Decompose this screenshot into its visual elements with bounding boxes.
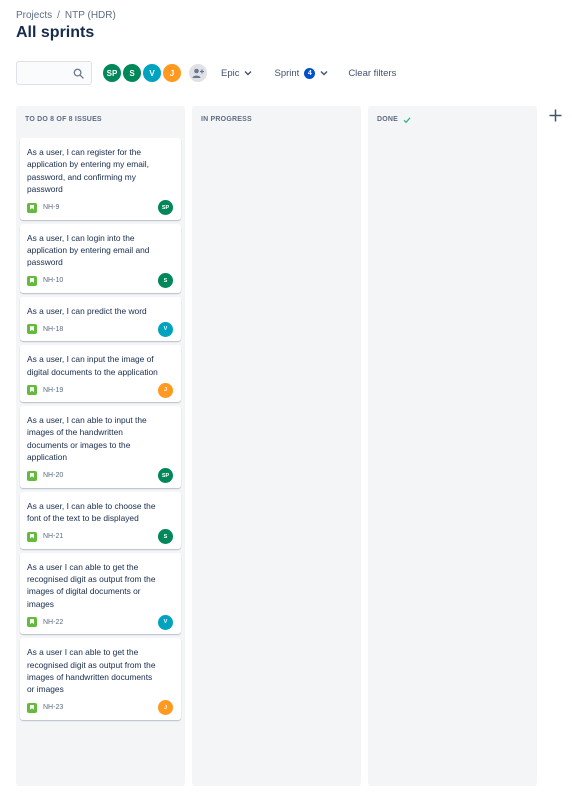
issue-summary: As a user, I can able to input the image… bbox=[27, 415, 147, 463]
issue-key-group: NH-23 bbox=[27, 702, 63, 713]
column-header-in-progress: IN PROGRESS bbox=[192, 106, 361, 134]
column-todo: TO DO 8 OF 8 ISSUES As a user, I can reg… bbox=[16, 106, 185, 786]
issue-key-group: NH-10 bbox=[27, 275, 63, 286]
add-people-button[interactable] bbox=[187, 62, 209, 84]
issue-card-footer: NH-10 S bbox=[27, 269, 173, 293]
issue-card-footer: NH-22 V bbox=[27, 610, 173, 634]
issue-card[interactable]: As a user, I can predict the word NH-18 V bbox=[20, 296, 181, 342]
issue-key[interactable]: NH-22 bbox=[43, 619, 63, 626]
plus-icon bbox=[549, 109, 561, 121]
avatar-filter-j[interactable]: J bbox=[161, 62, 183, 84]
assignee-avatar[interactable]: SP bbox=[158, 468, 173, 484]
issue-summary: As a user, I can able to choose the font… bbox=[27, 500, 156, 524]
assignee-avatar[interactable]: SP bbox=[158, 200, 173, 216]
issue-key[interactable]: NH-23 bbox=[43, 704, 63, 711]
issue-summary: As a user, I can predict the word bbox=[27, 305, 147, 316]
issue-key[interactable]: NH-18 bbox=[43, 326, 63, 333]
filter-toolbar: SP S V J Epic Sprint 4 Clear filters bbox=[16, 61, 396, 85]
chevron-down-icon bbox=[320, 71, 328, 76]
issue-card-footer: NH-20 SP bbox=[27, 464, 173, 488]
story-icon bbox=[27, 702, 37, 713]
add-column-button[interactable] bbox=[546, 106, 564, 124]
chevron-down-icon bbox=[244, 71, 252, 76]
check-icon bbox=[403, 117, 411, 124]
issue-key-group: NH-22 bbox=[27, 617, 63, 628]
story-icon bbox=[27, 202, 37, 213]
search-icon bbox=[73, 68, 84, 79]
clear-filters-button[interactable]: Clear filters bbox=[348, 68, 396, 79]
issue-key[interactable]: NH-20 bbox=[43, 472, 63, 479]
column-title: DONE bbox=[377, 116, 399, 123]
assignee-filter-avatars: SP S V J bbox=[101, 62, 183, 84]
card-list: As a user, I can register for the applic… bbox=[16, 134, 185, 720]
add-people-icon bbox=[192, 68, 204, 78]
issue-card-footer: NH-9 SP bbox=[27, 196, 173, 220]
column-header-done: DONE bbox=[368, 106, 537, 134]
issue-card-footer: NH-19 J bbox=[27, 378, 173, 402]
story-icon bbox=[27, 324, 37, 335]
sprint-board: TO DO 8 OF 8 ISSUES As a user, I can reg… bbox=[16, 106, 537, 786]
sprint-filter-dropdown[interactable]: Sprint 4 bbox=[274, 67, 328, 79]
assignee-avatar[interactable]: V bbox=[158, 321, 173, 337]
issue-summary: As a user, I can login into the applicat… bbox=[27, 232, 150, 268]
story-icon bbox=[27, 617, 37, 628]
search-input[interactable] bbox=[16, 61, 92, 85]
story-icon bbox=[27, 385, 37, 396]
issue-card[interactable]: As a user I can able to get the recognis… bbox=[20, 552, 181, 635]
avatar-filter-s[interactable]: S bbox=[121, 62, 143, 84]
epic-filter-dropdown[interactable]: Epic bbox=[221, 68, 252, 79]
story-icon bbox=[27, 470, 37, 481]
issue-summary: As a user, I can input the image of digi… bbox=[27, 354, 158, 377]
assignee-avatar[interactable]: V bbox=[158, 614, 173, 630]
breadcrumb-projects-link[interactable]: Projects bbox=[16, 10, 52, 21]
issue-key[interactable]: NH-9 bbox=[43, 204, 59, 211]
issue-key[interactable]: NH-19 bbox=[43, 387, 63, 394]
column-title: IN PROGRESS bbox=[201, 116, 252, 123]
issue-summary: As a user, I can register for the applic… bbox=[27, 147, 149, 195]
issue-card[interactable]: As a user, I can able to choose the font… bbox=[20, 491, 181, 549]
story-icon bbox=[27, 275, 37, 286]
issue-card-footer: NH-18 V bbox=[27, 317, 173, 341]
page-title: All sprints bbox=[16, 24, 95, 41]
column-header-todo: TO DO 8 OF 8 ISSUES bbox=[16, 106, 185, 134]
issue-key[interactable]: NH-10 bbox=[43, 277, 63, 284]
avatar-filter-v[interactable]: V bbox=[141, 62, 163, 84]
breadcrumb-separator: / bbox=[57, 10, 60, 21]
assignee-avatar[interactable]: S bbox=[158, 273, 173, 289]
sprint-filter-label: Sprint bbox=[274, 67, 300, 79]
sprint-count-badge: 4 bbox=[304, 67, 316, 79]
issue-summary: As a user I can able to get the recognis… bbox=[27, 647, 156, 695]
assignee-avatar[interactable]: J bbox=[158, 382, 173, 398]
column-done: DONE bbox=[368, 106, 537, 786]
issue-card[interactable]: As a user, I can login into the applicat… bbox=[20, 223, 181, 293]
issue-card-footer: NH-21 S bbox=[27, 525, 173, 549]
story-icon bbox=[27, 531, 37, 542]
column-title: TO DO 8 OF 8 ISSUES bbox=[25, 116, 102, 123]
issue-card[interactable]: As a user, I can able to input the image… bbox=[20, 406, 181, 488]
issue-key-group: NH-20 bbox=[27, 470, 63, 481]
breadcrumb: Projects / NTP (HDR) bbox=[16, 10, 116, 21]
issue-card-footer: NH-23 J bbox=[27, 696, 173, 720]
issue-card[interactable]: As a user I can able to get the recognis… bbox=[20, 638, 181, 720]
issue-key[interactable]: NH-21 bbox=[43, 533, 63, 540]
issue-card[interactable]: As a user, I can input the image of digi… bbox=[20, 345, 181, 403]
issue-card[interactable]: As a user, I can register for the applic… bbox=[20, 138, 181, 220]
epic-filter-label: Epic bbox=[221, 67, 240, 79]
breadcrumb-project-link[interactable]: NTP (HDR) bbox=[65, 10, 116, 21]
column-in-progress: IN PROGRESS bbox=[192, 106, 361, 786]
avatar-filter-sp[interactable]: SP bbox=[101, 62, 123, 84]
issue-key-group: NH-21 bbox=[27, 531, 63, 542]
assignee-avatar[interactable]: S bbox=[158, 529, 173, 544]
assignee-avatar[interactable]: J bbox=[158, 700, 173, 716]
issue-summary: As a user I can able to get the recognis… bbox=[27, 561, 156, 609]
issue-key-group: NH-18 bbox=[27, 324, 63, 335]
issue-key-group: NH-9 bbox=[27, 202, 59, 213]
issue-key-group: NH-19 bbox=[27, 385, 63, 396]
